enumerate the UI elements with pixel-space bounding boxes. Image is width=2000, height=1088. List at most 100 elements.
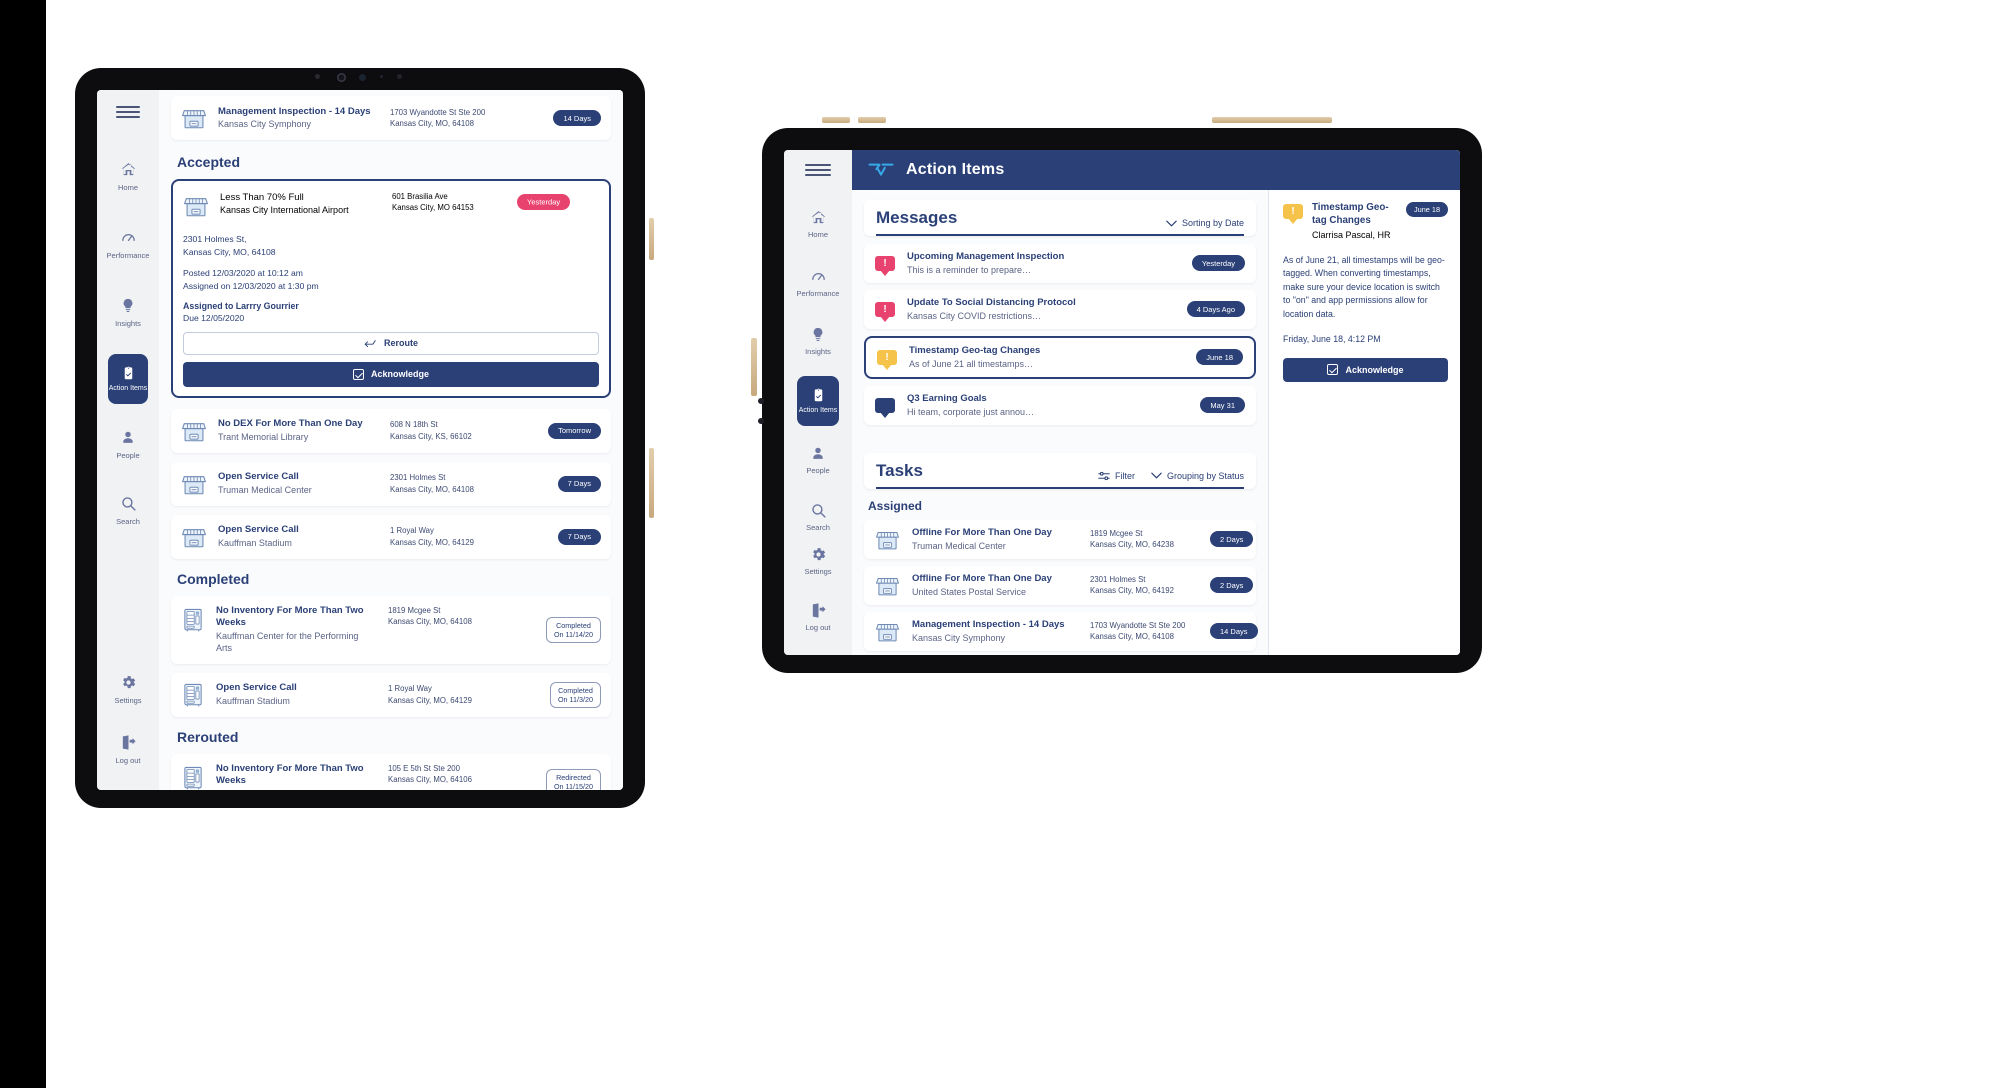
table-row-badge-wrap: 2 Days [1210, 577, 1254, 594]
gauge-icon [120, 229, 137, 246]
sidebar-item-search[interactable]: Search [105, 486, 151, 534]
expanded-card-timestamps: Posted 12/03/2020 at 10:12 am Assigned o… [183, 267, 319, 291]
lightbulb-icon [810, 326, 826, 343]
list-item-address: 1703 Wyandotte St Ste 200 Kansas City, M… [390, 107, 486, 128]
table-row-subtitle: Trant Memorial Library [218, 431, 309, 442]
messages-underline [876, 234, 1244, 236]
table-row-address: 105 E 5th St Ste 200 Kansas City, MO, 64… [388, 763, 472, 784]
sidebar-item-insights[interactable]: Insights [105, 288, 151, 336]
table-row-names: Management Inspection - 14 Days Kansas C… [912, 619, 1080, 644]
table-row[interactable]: Offline For More Than One Day United Sta… [864, 565, 1256, 605]
table-row-names: Offline For More Than One Day United Sta… [912, 573, 1080, 598]
sidebar-item-home[interactable]: Home [793, 202, 843, 246]
table-row-badge-wrap: 14 Days [1210, 623, 1258, 640]
sidebar-item-settings[interactable]: Settings [793, 539, 843, 583]
table-row[interactable]: No Inventory For More Than Two Weeks Kau… [171, 595, 611, 664]
list-item[interactable]: ! Update To Social Distancing Protocol K… [864, 289, 1256, 329]
sensor-dot-3 [380, 75, 383, 78]
front-camera [337, 73, 346, 82]
sidebar-item-settings[interactable]: Settings [105, 666, 151, 712]
sidebar-item-home[interactable]: Home [105, 152, 151, 200]
screenshot-stage: Home Performance Insights Action Items P… [0, 0, 2000, 1088]
sidebar-item-people[interactable]: People [105, 420, 151, 468]
volume-button[interactable] [649, 218, 654, 260]
filter-control[interactable]: Filter [1098, 471, 1135, 481]
sidebar-item-label: Log out [115, 755, 141, 765]
volume-up-button[interactable] [822, 117, 850, 123]
sidebar-item-performance[interactable]: Performance [793, 261, 843, 305]
expanded-card-subtitle: Kansas City International Airport [220, 205, 349, 216]
expanded-card-badge-wrap: Yesterday [517, 191, 571, 210]
sidebar-item-label: People [116, 450, 140, 460]
message-text: Timestamp Geo-tag Changes As of June 21 … [909, 345, 1040, 370]
messages-panel: Messages Sorting by Date [864, 200, 1256, 236]
sidebar-item-action-items[interactable]: Action Items [797, 376, 839, 426]
power-button[interactable] [1212, 117, 1332, 123]
sidebar-item-logout[interactable]: Log out [105, 726, 151, 772]
exclamation-glyph: ! [883, 303, 887, 315]
status-badge: Yesterday [1191, 255, 1245, 272]
acknowledge-button[interactable]: Acknowledge [183, 361, 599, 387]
side-button[interactable] [751, 338, 757, 396]
table-row[interactable]: No Inventory For More Than Two Weeks Uni… [171, 753, 611, 790]
tasks-underline [876, 486, 1244, 489]
table-row[interactable]: Management Inspection - 14 Days Kansas C… [864, 611, 1258, 651]
detail-titles: Timestamp Geo-tag Changes Clarrisa Pasca… [1312, 202, 1397, 242]
sidebar-item-logout[interactable]: Log out [793, 595, 843, 639]
message-title: Upcoming Management Inspection [907, 251, 1065, 262]
reroute-button[interactable]: Reroute [183, 331, 599, 355]
sidebar-item-label: Action Items [108, 384, 148, 392]
list-item-selected[interactable]: ! Timestamp Geo-tag Changes As of June 2… [864, 335, 1256, 379]
alert-message-icon: ! [875, 301, 895, 322]
table-row[interactable]: Open Service Call Kauffman Stadium 1 Roy… [171, 514, 611, 559]
filter-icon [1098, 471, 1110, 481]
list-item[interactable]: Management Inspection - 14 Days Kansas C… [171, 96, 611, 140]
sidebar-item-insights[interactable]: Insights [793, 319, 843, 363]
expanded-task-card[interactable]: Less Than 70% Full Kansas City Internati… [171, 179, 611, 398]
sort-label: Sorting by Date [1181, 218, 1244, 228]
sidebar-item-search[interactable]: Search [793, 495, 843, 539]
storefront-icon [181, 471, 207, 497]
vindicia-chevron-logo-icon[interactable] [868, 162, 894, 178]
logout-door-icon [120, 734, 137, 751]
acknowledge-button[interactable]: Acknowledge [1283, 357, 1448, 382]
table-row[interactable]: Offline For More Than One Day Truman Med… [864, 519, 1256, 559]
expanded-card-header: Less Than 70% Full Kansas City Internati… [183, 191, 599, 224]
table-row[interactable]: Open Service Call Kauffman Stadium 1 Roy… [171, 672, 611, 717]
alert-message-icon: ! [1283, 204, 1303, 224]
table-row-title: No Inventory For More Than Two Weeks [216, 604, 364, 628]
detail-header: ! Timestamp Geo-tag Changes Clarrisa Pas… [1283, 202, 1448, 242]
power-button[interactable] [649, 448, 654, 518]
table-row[interactable]: Open Service Call Truman Medical Center … [171, 461, 611, 506]
message-badge-wrap: 4 Days Ago [1186, 301, 1245, 318]
list-item-names: Management Inspection - 14 Days Kansas C… [218, 106, 378, 131]
list-item-subtitle: Kansas City Symphony [218, 119, 312, 130]
tablet-right-device: Home Performance Insights Action Items P… [751, 117, 1489, 680]
section-heading-completed: Completed [177, 570, 250, 587]
sort-control[interactable]: Sorting by Date [1166, 218, 1244, 228]
search-icon [120, 495, 137, 512]
group-control[interactable]: Grouping by Status [1151, 471, 1244, 481]
section-heading-accepted: Accepted [177, 154, 241, 170]
table-row-address: 1819 Mcgee St Kansas City, MO, 64108 [388, 605, 472, 626]
sidebar-item-performance[interactable]: Performance [105, 220, 151, 268]
person-icon [810, 445, 826, 462]
table-row[interactable]: No DEX For More Than One Day Trant Memor… [171, 408, 611, 453]
hamburger-menu-icon[interactable] [805, 164, 831, 176]
sensor-dot [758, 418, 764, 424]
message-preview: This is a reminder to prepare… [907, 264, 1032, 275]
status-badge: Tomorrow [548, 422, 601, 439]
sidebar-item-people[interactable]: People [793, 438, 843, 482]
list-item[interactable]: Q3 Earning Goals Hi team, corporate just… [864, 385, 1256, 425]
table-row-subtitle: Kauffman Stadium [218, 537, 292, 548]
volume-down-button[interactable] [858, 117, 886, 123]
list-item[interactable]: ! Upcoming Management Inspection This is… [864, 244, 1256, 283]
hamburger-menu-icon[interactable] [116, 106, 140, 118]
message-icon [875, 397, 895, 418]
table-row-subtitle: Truman Medical Center [218, 484, 312, 495]
table-row-title: Offline For More Than One Day [912, 526, 1052, 538]
sidebar-item-action-items[interactable]: Action Items [108, 354, 148, 404]
storefront-icon [181, 418, 207, 444]
table-row-names: Open Service Call Kauffman Stadium [216, 682, 376, 707]
table-row-badge-wrap: Completed On 11/14/20 [545, 616, 601, 643]
